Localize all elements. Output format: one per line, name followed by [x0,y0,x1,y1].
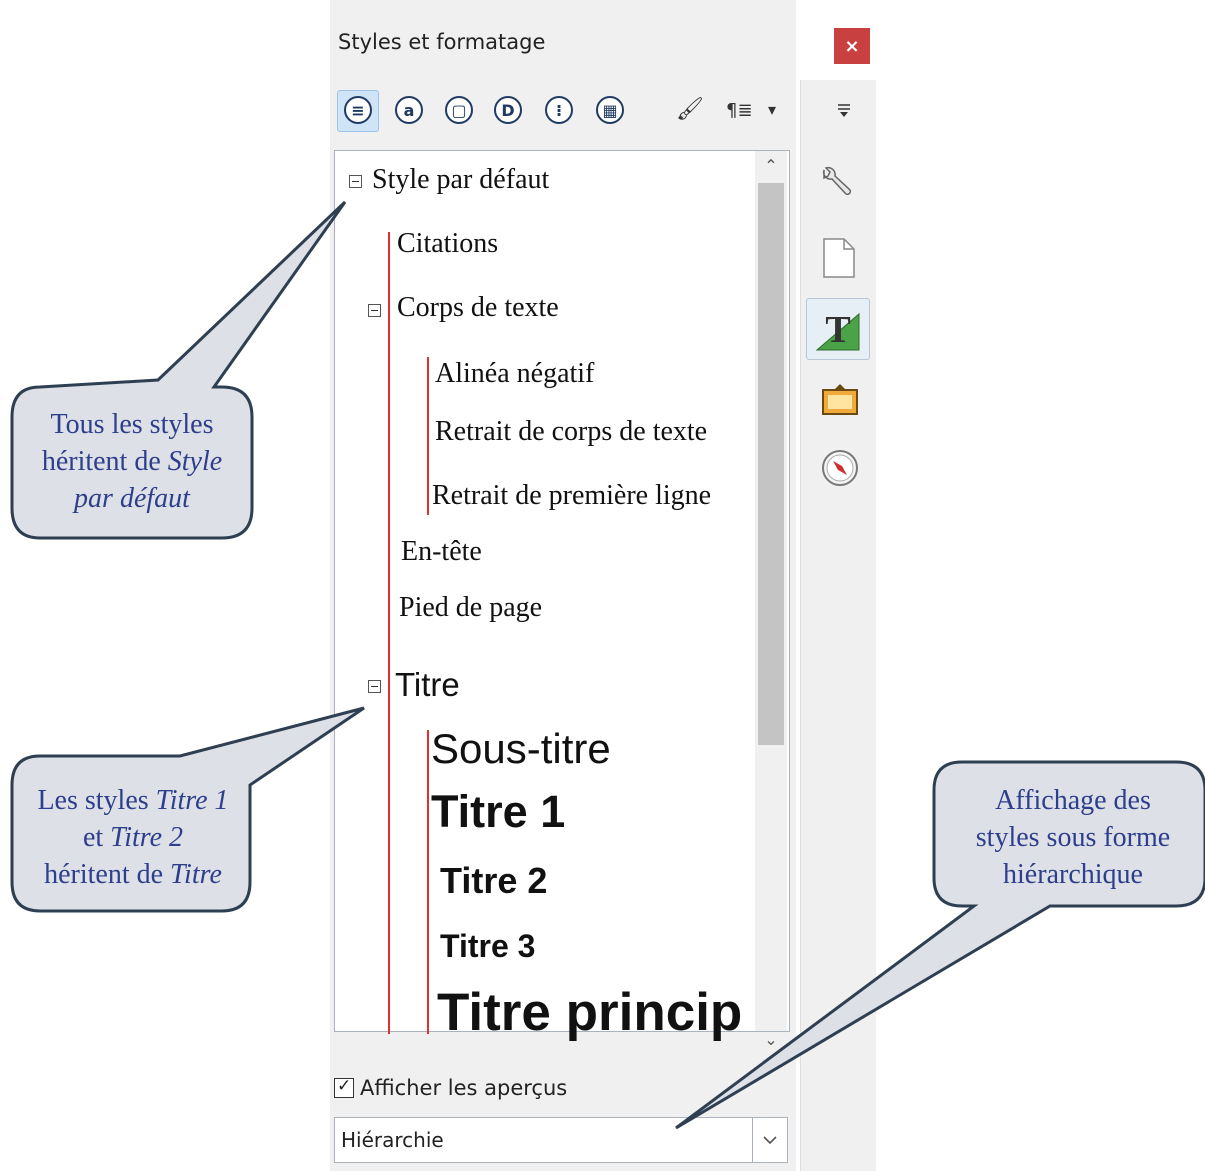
callout-title-inheritance: Les styles Titre 1 et Titre 2 héritent d… [37,785,229,890]
callout-hierarchy-view: Affichage des styles sous forme hiérarch… [975,785,1171,890]
callout-default-style: Tous les styles héritent de Style par dé… [41,409,223,514]
callout-shapes [10,200,1205,1130]
